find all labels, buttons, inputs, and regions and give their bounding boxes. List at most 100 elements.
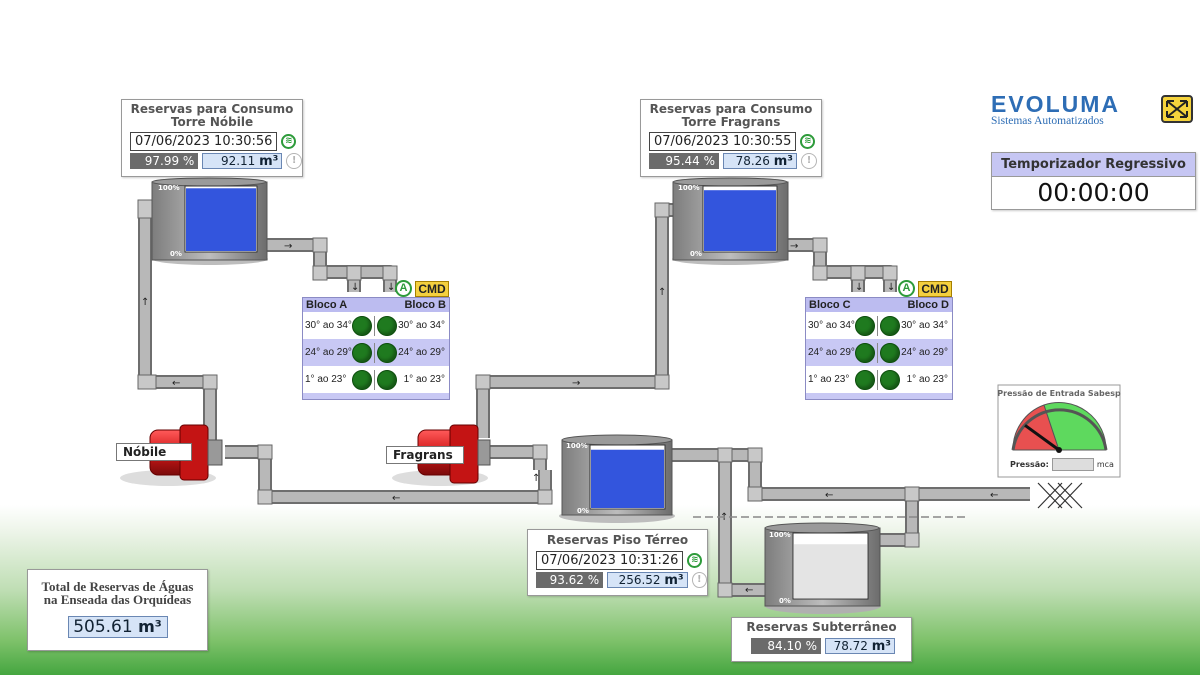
- reserve-timestamp: 07/06/2023 10:30:56: [130, 132, 278, 151]
- block-header: Bloco A: [306, 299, 348, 311]
- svg-text:←: ←: [825, 490, 833, 501]
- status-led[interactable]: [377, 342, 397, 363]
- status-led[interactable]: [377, 315, 397, 336]
- timer-value: 00:00:00: [1037, 178, 1150, 207]
- status-led[interactable]: [880, 369, 900, 390]
- pressure-label: Pressão:: [1010, 460, 1049, 469]
- tank-terreo-water: [591, 449, 664, 508]
- pump-label-nobile: Nóbile: [116, 443, 192, 461]
- fullscreen-icon[interactable]: [1161, 95, 1193, 123]
- mode-controls-right: A CMD: [898, 280, 952, 297]
- floor-range-label: 24° ao 29°: [305, 347, 352, 358]
- cmd-button[interactable]: CMD: [415, 280, 449, 297]
- svg-text:→: →: [790, 241, 798, 252]
- block-header: Bloco D: [907, 299, 949, 311]
- status-led[interactable]: [855, 342, 875, 363]
- auto-mode-indicator[interactable]: A: [898, 280, 915, 297]
- reserve-volume: 78.72 m³: [825, 638, 895, 654]
- reserve-title: Reservas Piso Térreo: [546, 533, 689, 547]
- tank-nobile-min: 0%: [170, 250, 182, 258]
- tank-nobile-water: [186, 188, 256, 251]
- brand-subtitle: Sistemas Automatizados: [991, 115, 1104, 127]
- floor-range-label: 30° ao 34°: [305, 320, 352, 331]
- floor-range-label: 24° ao 29°: [808, 347, 855, 358]
- reserve-percent: 84.10 %: [751, 638, 821, 654]
- total-value: 505.61 m³: [67, 616, 168, 638]
- tank-nobile: 100% 0%: [151, 177, 268, 265]
- floor-range-label: 30° ao 34°: [398, 320, 445, 331]
- reserve-percent: 95.44 %: [649, 153, 719, 169]
- tank-fragrans-max: 100%: [678, 184, 700, 192]
- reserve-title: Reservas Subterrâneo: [746, 620, 897, 634]
- tank-terreo-min: 0%: [577, 507, 589, 515]
- tank-subterraneo-min: 0%: [779, 597, 791, 605]
- status-led[interactable]: [352, 315, 372, 336]
- tank-fragrans-water: [704, 190, 776, 251]
- svg-text:←: ←: [172, 378, 180, 389]
- reserve-timestamp: 07/06/2023 10:31:26: [536, 551, 684, 570]
- reserve-volume: 92.11 m³: [202, 153, 283, 169]
- svg-text:↑: ↑: [532, 473, 540, 484]
- reserve-title-line2: Torre Nóbile: [170, 115, 254, 129]
- reserve-percent: 97.99 %: [130, 153, 199, 169]
- countdown-timer: Temporizador Regressivo 00:00:00: [991, 152, 1196, 210]
- floor-range-label: 30° ao 34°: [808, 320, 855, 331]
- pressure-readout: Pressão: mca: [1010, 458, 1114, 471]
- status-led[interactable]: [855, 369, 875, 390]
- reserve-panel-fragrans: Reservas para Consumo Torre Fragrans 07/…: [640, 99, 822, 177]
- reserve-volume: 78.26 m³: [723, 153, 797, 169]
- floor-range-label: 1° ao 23°: [906, 374, 948, 385]
- status-led[interactable]: [352, 369, 372, 390]
- svg-text:←: ←: [745, 585, 753, 596]
- pump-label-fragrans: Fragrans: [386, 446, 464, 464]
- floor-range-label: 1° ao 23°: [808, 374, 850, 385]
- reserve-panel-subterraneo: Reservas Subterrâneo 84.10 % 78.72 m³: [731, 617, 912, 662]
- reserve-panel-nobile: Reservas para Consumo Torre Nóbile 07/06…: [121, 99, 303, 177]
- alert-icon: !: [801, 153, 817, 169]
- alert-icon: !: [286, 153, 302, 169]
- pressure-value: [1051, 458, 1094, 471]
- gauge-title: Pressão de Entrada Sabesp: [997, 389, 1121, 398]
- timer-title: Temporizador Regressivo: [992, 153, 1195, 177]
- total-reserves-panel: Total de Reservas de Águas na Enseada da…: [27, 569, 208, 651]
- floor-range-label: 30° ao 34°: [901, 320, 948, 331]
- wifi-status-icon: ≋: [281, 134, 297, 149]
- tank-subterraneo-water: [794, 544, 867, 598]
- wifi-status-icon: ≋: [800, 134, 816, 149]
- svg-text:↓: ↓: [887, 282, 895, 293]
- wifi-status-icon: ≋: [687, 553, 703, 568]
- auto-mode-indicator[interactable]: A: [395, 280, 412, 297]
- tank-subterraneo: 100% 0%: [764, 522, 881, 614]
- sabesp-inlet-icon: [1037, 482, 1083, 509]
- blocks-panel-ab: Bloco A Bloco B 30° ao 34° 30° ao 34° 24…: [302, 297, 450, 400]
- total-title-line2: na Enseada das Orquídeas: [43, 592, 192, 607]
- reserve-title-line2: Torre Fragrans: [681, 115, 781, 129]
- mode-controls-left: A CMD: [395, 280, 449, 297]
- tank-subterraneo-max: 100%: [769, 531, 791, 539]
- svg-text:→: →: [572, 378, 580, 389]
- floor-range-label: 1° ao 23°: [305, 374, 347, 385]
- svg-text:↓: ↓: [855, 282, 863, 293]
- block-header: Bloco C: [809, 299, 851, 311]
- tank-fragrans-min: 0%: [690, 250, 702, 258]
- tank-terreo-max: 100%: [566, 442, 588, 450]
- brand-name: EVOLUMA: [991, 91, 1120, 117]
- reserve-volume: 256.52 m³: [607, 572, 688, 588]
- status-led[interactable]: [855, 315, 875, 336]
- blocks-panel-cd: Bloco C Bloco D 30° ao 34° 30° ao 34° 24…: [805, 297, 953, 400]
- status-led[interactable]: [352, 342, 372, 363]
- svg-text:←: ←: [392, 493, 400, 504]
- status-led[interactable]: [880, 342, 900, 363]
- pressure-unit: mca: [1096, 460, 1114, 469]
- alert-icon: !: [691, 572, 707, 588]
- floor-range-label: 24° ao 29°: [398, 347, 445, 358]
- reserve-panel-terreo: Reservas Piso Térreo 07/06/2023 10:31:26…: [527, 529, 708, 596]
- status-led[interactable]: [880, 315, 900, 336]
- tank-nobile-max: 100%: [158, 184, 180, 192]
- cmd-button[interactable]: CMD: [918, 280, 952, 297]
- status-led[interactable]: [377, 369, 397, 390]
- reserve-timestamp: 07/06/2023 10:30:55: [649, 132, 797, 151]
- svg-text:←: ←: [990, 490, 998, 501]
- tank-terreo: 100% 0%: [559, 434, 675, 523]
- floor-range-label: 1° ao 23°: [403, 374, 445, 385]
